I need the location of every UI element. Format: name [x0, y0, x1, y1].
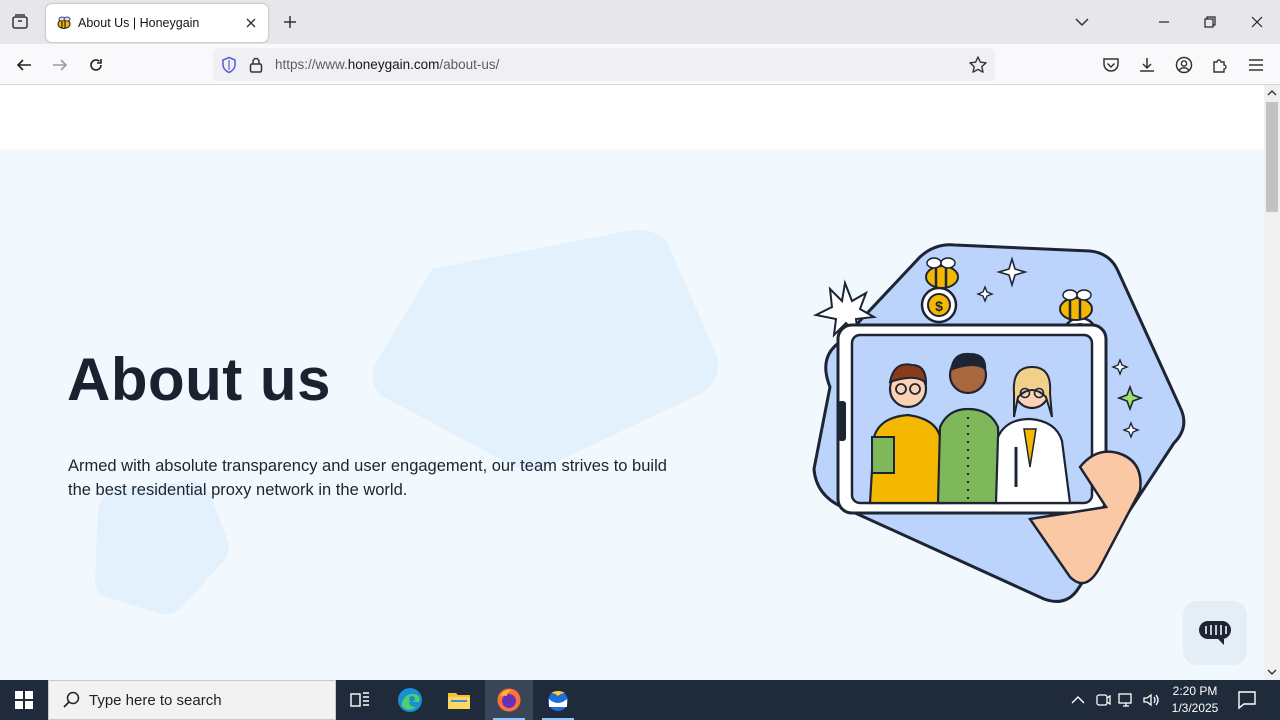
address-bar[interactable]: https://www.honeygain.com/about-us/ — [213, 48, 995, 81]
taskbar-search-box[interactable]: Type here to search — [48, 680, 336, 720]
browser-nav-bar: https://www.honeygain.com/about-us/ — [0, 44, 1280, 85]
honeygain-bee-icon — [56, 15, 72, 31]
downloads-icon[interactable] — [1136, 54, 1158, 76]
file-explorer-icon[interactable] — [435, 680, 483, 720]
tracking-protection-shield-icon[interactable] — [220, 56, 238, 74]
forward-arrow-icon[interactable] — [47, 52, 73, 78]
url-domain: honeygain.com — [347, 57, 440, 72]
system-clock[interactable]: 2:20 PM 1/3/2025 — [1164, 683, 1226, 717]
anyrun-watermark: ANY RUN — [1036, 669, 1259, 680]
clock-time: 2:20 PM — [1172, 684, 1218, 698]
team-phone-illustration: $ $ — [812, 243, 1186, 603]
clock-date: 1/3/2025 — [1171, 701, 1219, 715]
hero-section: About us Armed with absolute transparenc… — [0, 149, 1264, 680]
minimize-icon[interactable] — [1150, 8, 1178, 36]
new-tab-icon[interactable] — [278, 10, 302, 34]
tab-overflow-chevron-down-icon[interactable] — [1070, 10, 1094, 34]
edge-browser-icon[interactable] — [386, 680, 434, 720]
page-viewport: About us Armed with absolute transparenc… — [0, 85, 1264, 680]
active-tab[interactable]: About Us | Honeygain — [46, 4, 268, 42]
scroll-down-arrow-icon[interactable] — [1267, 667, 1277, 677]
url-text[interactable]: https://www.honeygain.com/about-us/ — [275, 57, 499, 72]
app-menu-hamburger-icon[interactable] — [1245, 54, 1267, 76]
scrollbar-thumb[interactable] — [1266, 102, 1278, 212]
bookmark-star-icon[interactable] — [968, 55, 988, 75]
thunderbird-icon[interactable] — [534, 680, 582, 720]
notifications-icon[interactable] — [1236, 689, 1258, 711]
svg-text:$: $ — [935, 298, 943, 314]
lock-icon[interactable] — [247, 56, 265, 74]
extensions-puzzle-icon[interactable] — [1209, 54, 1231, 76]
close-tab-icon[interactable] — [242, 14, 260, 32]
restore-icon[interactable] — [1196, 8, 1224, 36]
show-hidden-icons-chevron-up-icon[interactable] — [1068, 690, 1088, 710]
page-title: About us — [67, 346, 331, 413]
site-header — [0, 85, 1264, 149]
search-icon — [63, 691, 80, 708]
page-scrollbar[interactable] — [1264, 85, 1280, 680]
url-path: /about-us/ — [439, 57, 500, 72]
firefox-icon[interactable] — [485, 680, 533, 720]
task-view-icon[interactable] — [336, 680, 384, 720]
search-placeholder: Type here to search — [89, 691, 222, 709]
account-icon[interactable] — [1173, 54, 1195, 76]
windows-start-icon[interactable] — [0, 680, 48, 720]
close-window-icon[interactable] — [1243, 8, 1271, 36]
tab-title: About Us | Honeygain — [78, 16, 200, 30]
reload-icon[interactable] — [83, 52, 109, 78]
windows-taskbar: Type here to search 2:20 PM 1/3/2025 — [0, 680, 1280, 720]
chat-bubble-icon — [1199, 621, 1231, 645]
network-icon[interactable] — [1117, 690, 1137, 710]
pocket-icon[interactable] — [1100, 54, 1122, 76]
scroll-up-arrow-icon[interactable] — [1267, 88, 1277, 98]
list-all-tabs-icon[interactable] — [8, 10, 32, 34]
url-prefix: https://www. — [275, 57, 348, 72]
hero-description: Armed with absolute transparency and use… — [68, 457, 667, 499]
volume-speaker-icon[interactable] — [1141, 690, 1161, 710]
meet-now-icon[interactable] — [1093, 690, 1113, 710]
back-arrow-icon[interactable] — [11, 52, 37, 78]
chat-widget-button[interactable] — [1183, 601, 1247, 665]
browser-tab-strip: About Us | Honeygain — [0, 0, 1280, 44]
decorative-blob-large — [372, 230, 719, 469]
